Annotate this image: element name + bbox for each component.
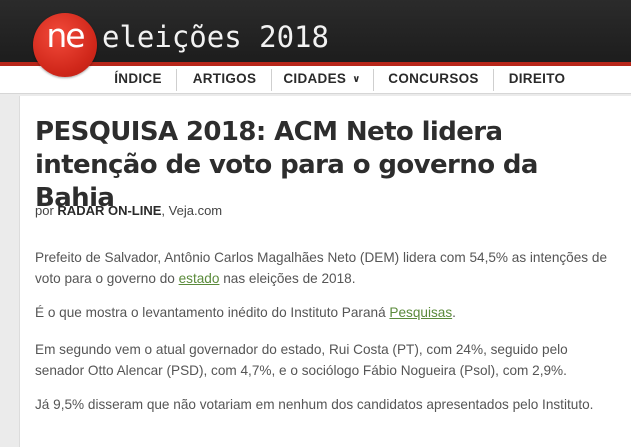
nav-item-label: CIDADES [283, 71, 347, 86]
nav-item-label: CONCURSOS [388, 71, 479, 86]
paragraph-text: . [452, 305, 456, 320]
article-headline: PESQUISA 2018: ACM Neto lidera intenção … [35, 117, 538, 213]
paragraph-text: É o que mostra o levantamento inédito do… [35, 305, 386, 320]
nav-item-label: ÍNDICE [114, 71, 162, 86]
article-paragraph: Já 9,5% disseram que não votariam em nen… [35, 397, 594, 412]
byline-prefix: por [35, 203, 54, 218]
logo-text[interactable]: ne [33, 16, 97, 56]
site-title[interactable]: eleições 2018 [102, 17, 329, 57]
byline-source: Veja.com [168, 203, 223, 218]
article-byline: por RADAR ON-LINE, Veja.com [35, 203, 222, 218]
link-pesquisas[interactable]: Pesquisas [389, 305, 452, 320]
nav-item-label: DIREITO [508, 71, 566, 86]
article-paragraph: É o que mostra o levantamento inédito do… [35, 302, 615, 323]
nav-item-artigos[interactable]: ARTIGOS [177, 66, 272, 93]
nav-item-concursos[interactable]: CONCURSOS [374, 66, 493, 93]
paragraph-text: nas eleições de 2018. [223, 271, 356, 286]
link-estado[interactable]: estado [179, 271, 220, 286]
byline-author[interactable]: RADAR ON-LINE [57, 203, 161, 218]
byline-comma: , [161, 203, 169, 218]
nav-item-indice[interactable]: ÍNDICE [104, 66, 172, 93]
nav-item-cidades[interactable]: CIDADES ∨ [272, 66, 372, 93]
nav-item-direito[interactable]: DIREITO [494, 66, 580, 93]
nav-item-label: ARTIGOS [192, 71, 257, 86]
chevron-down-icon: ∨ [352, 74, 361, 85]
article-paragraph: Prefeito de Salvador, Antônio Carlos Mag… [35, 247, 615, 289]
article-paragraph: Em segundo vem o atual governador do est… [35, 342, 568, 378]
